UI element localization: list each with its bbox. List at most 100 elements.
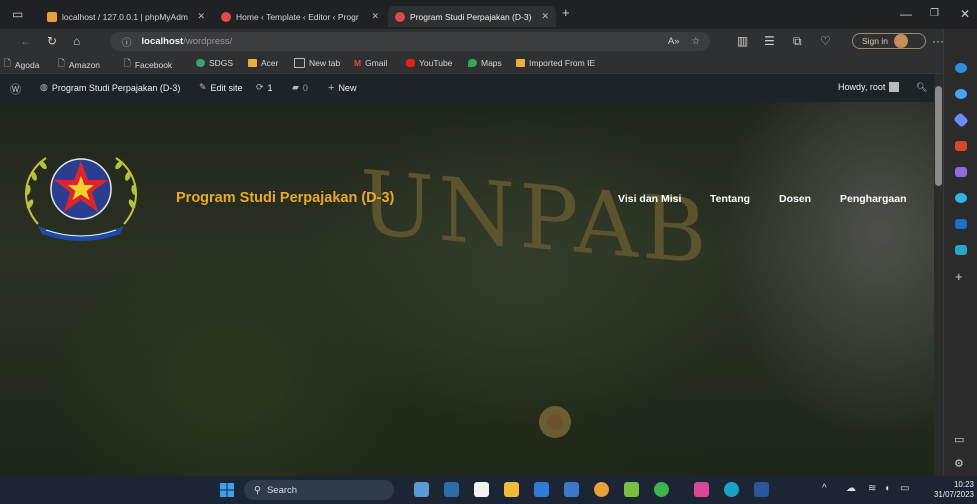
add-sidebar-app-icon[interactable]: + (955, 269, 963, 284)
info-icon[interactable]: ⓘ (122, 35, 132, 49)
site-title[interactable]: Program Studi Perpajakan (D-3) (176, 190, 394, 206)
sidebar-layout-icon[interactable]: ▭ (954, 433, 964, 446)
telegram-icon[interactable] (955, 245, 967, 255)
amazon-app-icon[interactable] (474, 482, 489, 497)
nav-item-visi-dan-misi[interactable]: Visi dan Misi (618, 193, 681, 205)
nav-item-dosen[interactable]: Dosen (779, 193, 811, 205)
app-icon[interactable] (694, 482, 709, 497)
split-screen-icon[interactable]: ▥ (737, 35, 748, 47)
tab-label: Program Studi Perpajakan (D-3) (410, 11, 532, 22)
shopping-icon[interactable] (955, 141, 967, 151)
bookmark-acer[interactable]: Acer (248, 58, 278, 68)
app-icon[interactable] (624, 482, 639, 497)
taskbar-search[interactable]: ⚲ Search (244, 480, 394, 500)
wp-admin-bar: Ⓦ ◍ Program Studi Perpajakan (D-3) ✎ Edi… (0, 74, 934, 102)
comments-link[interactable]: ▰ 0 (292, 82, 308, 93)
wordpress-icon[interactable]: Ⓦ (10, 81, 21, 97)
back-icon[interactable]: ← (20, 35, 32, 47)
address-bar[interactable]: ⓘ localhost /wordpress/ A» ☆ (110, 32, 710, 51)
wifi-icon[interactable]: ≋ (868, 483, 876, 494)
tab-label: localhost / 127.0.0.1 | phpMyAdm (62, 11, 189, 22)
nav-item-tentang[interactable]: Tentang (710, 193, 750, 205)
media-app-icon[interactable] (564, 482, 579, 497)
refresh-icon[interactable]: ↻ (47, 35, 57, 47)
dashboard-icon: ◍ (40, 82, 48, 92)
bookmark-maps[interactable]: Maps (468, 58, 502, 68)
bookmark-imported-from-ie[interactable]: Imported From IE (516, 58, 595, 68)
volume-icon[interactable]: ◖ (884, 483, 890, 494)
sign-in-button[interactable]: Sign in (852, 33, 926, 49)
chrome-icon[interactable] (594, 482, 609, 497)
bookmark-youtube[interactable]: YouTube (406, 58, 452, 68)
new-content-link[interactable]: + New (328, 82, 356, 94)
search-icon[interactable]: 🔍︎ (916, 82, 927, 93)
gallery-app-icon[interactable] (414, 482, 429, 497)
copilot-icon[interactable] (955, 193, 967, 203)
close-window-icon[interactable]: ✕ (960, 8, 970, 20)
minimize-icon[interactable]: — (900, 8, 912, 20)
bookmark-agoda[interactable]: 🗋 Agoda (4, 58, 39, 72)
games-icon[interactable] (955, 167, 967, 177)
howdy-account[interactable]: Howdy, root (838, 82, 900, 92)
youtube-icon (406, 59, 415, 67)
store-app-icon[interactable] (444, 482, 459, 497)
edge-icon[interactable] (724, 482, 739, 497)
close-icon[interactable]: ✕ (541, 11, 549, 22)
tab-active-site[interactable]: Program Studi Perpajakan (D-3) ✕ (388, 6, 556, 27)
close-icon[interactable]: ✕ (371, 11, 379, 22)
tab-phpmyadmin[interactable]: localhost / 127.0.0.1 | phpMyAdm ✕ (40, 6, 212, 27)
folder-icon (516, 59, 525, 67)
windows-start-icon[interactable] (220, 483, 234, 497)
outlook-icon[interactable] (955, 219, 967, 229)
site-icon (221, 11, 231, 22)
file-explorer-icon[interactable] (504, 482, 519, 497)
bookmarks-bar: 🗋 Agoda 🗋 Amazon 🗋 Facebook SDGS Acer New t… (0, 54, 977, 74)
collections-icon[interactable]: ⧉ (793, 35, 802, 47)
bookmark-label: Imported From IE (529, 58, 596, 68)
new-tab-button[interactable]: + (562, 6, 570, 19)
scrollbar-thumb[interactable] (935, 86, 942, 186)
url-path: /wordpress/ (183, 36, 233, 47)
sidebar-settings-icon[interactable]: ⚙ (954, 457, 964, 470)
tools-icon[interactable] (953, 112, 969, 128)
updates-link[interactable]: ⟳ 1 (256, 82, 273, 93)
bookmark-new-tab[interactable]: New tab (294, 58, 340, 68)
workspaces-icon[interactable]: ▭ (12, 8, 23, 20)
word-icon[interactable] (754, 482, 769, 497)
restore-icon[interactable]: ❐ (930, 8, 939, 20)
site-logo[interactable] (16, 144, 146, 244)
browser-tab-strip: ▭ localhost / 127.0.0.1 | phpMyAdm ✕ Hom… (0, 0, 977, 29)
battery-icon[interactable]: ▭ (900, 483, 909, 494)
read-aloud-icon[interactable]: A» (668, 36, 680, 47)
admin-bar-site-name[interactable]: ◍ Program Studi Perpajakan (D-3) (40, 82, 180, 93)
bookmark-label: Facebook (134, 60, 173, 70)
edit-site-label: Edit site (210, 82, 243, 93)
chevron-up-icon[interactable]: ^ (822, 483, 827, 494)
close-icon[interactable]: ✕ (197, 11, 205, 22)
home-icon[interactable]: ⌂ (73, 35, 80, 47)
bookmark-amazon[interactable]: 🗋 Amazon (58, 58, 100, 72)
favorites-icon[interactable]: ☰ (764, 35, 775, 47)
maps-icon (468, 59, 477, 67)
nav-item-penghargaan[interactable]: Penghargaan (840, 193, 907, 205)
clock-date: 31/07/2023 (933, 490, 974, 499)
system-clock[interactable]: 10:23 31/07/2023 (928, 480, 974, 500)
phpmyadmin-icon (47, 11, 57, 22)
search-icon[interactable] (955, 89, 967, 99)
bookmark-sdgs[interactable]: SDGS (196, 58, 233, 68)
bell-icon[interactable] (955, 63, 967, 73)
edit-site-link[interactable]: ✎ Edit site (199, 82, 243, 93)
edge-sidebar: + ▭ ⚙ (943, 29, 977, 476)
weather-icon[interactable]: ☁ (846, 483, 856, 494)
teams-app-icon[interactable] (534, 482, 549, 497)
site-name-label: Program Studi Perpajakan (D-3) (51, 82, 181, 93)
search-icon: ⚲ (254, 484, 261, 496)
browser-essentials-icon[interactable]: ♡ (820, 35, 831, 47)
newtab-icon (294, 58, 305, 68)
bookmark-gmail[interactable]: M Gmail (354, 58, 387, 68)
page-icon: 🗋 (58, 58, 65, 68)
favorite-star-icon[interactable]: ☆ (691, 36, 700, 47)
bookmark-facebook[interactable]: 🗋 Facebook (124, 58, 172, 72)
tab-editor[interactable]: Home ‹ Template ‹ Editor ‹ Progr ✕ (214, 6, 386, 27)
whatsapp-icon[interactable] (654, 482, 669, 497)
